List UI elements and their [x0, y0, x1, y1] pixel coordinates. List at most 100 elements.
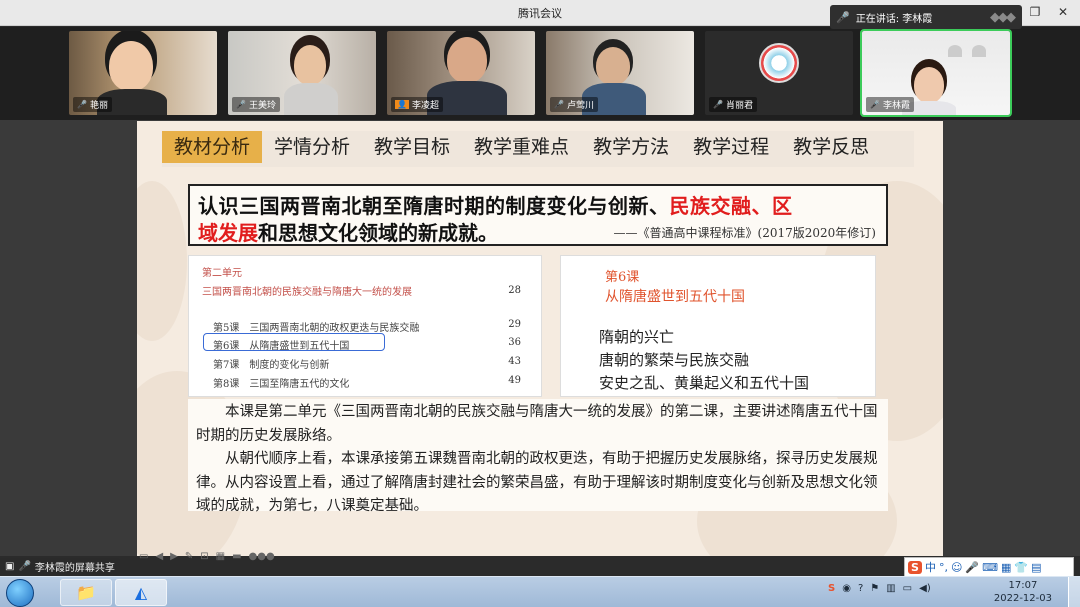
pen-icon[interactable]: ✎	[185, 551, 193, 562]
participant-tile-active[interactable]: 🎤 李林霞	[860, 29, 1012, 117]
textbook-toc: 第二单元 三国两晋南北朝的民族交融与隋唐大一统的发展 28 第5课 三国两晋南北…	[188, 255, 542, 397]
mic-icon: 🎤	[836, 10, 850, 24]
tab-teaching-goals[interactable]: 教学目标	[362, 131, 462, 163]
participant-name: 👤 李凌超	[391, 97, 443, 112]
more-icon[interactable]: ◆◆◆	[990, 10, 1016, 25]
zoom-icon[interactable]: ⊡	[200, 551, 208, 562]
screen-icon: ▣	[5, 561, 15, 572]
emoji-icon[interactable]: ☺	[951, 561, 962, 574]
tools-icon[interactable]: ▦	[1001, 561, 1011, 574]
lesson-item: 唐朝的繁荣与民族交融	[599, 351, 750, 369]
clock-date: 2022-12-03	[993, 593, 1052, 604]
participant-tile[interactable]: 🎤 肖丽君	[705, 31, 853, 115]
toc-page: 29	[508, 319, 521, 330]
participant-tile[interactable]: 🎤 王美玲	[228, 31, 376, 115]
system-tray: S ◉ ? ⚑ ▥ ▭ ◀)	[828, 583, 931, 594]
description-paragraph: 从朝代顺序上看，本课承接第五课魏晋南北朝的政权更迭，有助于把握历史发展脉络，探寻…	[196, 451, 878, 514]
share-label: 李林霞的屏幕共享	[34, 563, 115, 574]
tencent-meeting-taskbar-button[interactable]: ◭	[115, 579, 167, 606]
mic-icon: 👤	[395, 100, 409, 109]
tab-key-difficulties[interactable]: 教学重难点	[462, 131, 581, 163]
help-icon[interactable]: ?	[858, 583, 863, 594]
tab-teaching-process[interactable]: 教学过程	[681, 131, 781, 163]
folder-icon: 📁	[76, 583, 96, 602]
presentation-slide: 教材分析 学情分析 教学目标 教学重难点 教学方法 教学过程 教学反思 认识三国…	[137, 121, 943, 556]
toc-page: 36	[508, 337, 521, 348]
clock-time: 17:07	[1008, 580, 1038, 591]
mic-icon: 🎤	[713, 100, 723, 109]
mic-icon: 🎤	[236, 100, 246, 109]
next-icon[interactable]: ▶	[170, 551, 178, 562]
sogou-tray-icon[interactable]: S	[828, 583, 835, 594]
mic-icon: 🎤	[554, 100, 564, 109]
participant-tile[interactable]: 🎤 艳丽	[69, 31, 217, 115]
qq-tray-icon[interactable]: ◉	[842, 583, 851, 594]
speaking-label: 正在讲话: 李林霞	[855, 13, 933, 25]
toc-row: 第5课 三国两晋南北朝的政权更迭与民族交融	[213, 323, 420, 334]
skin-icon[interactable]: 👕	[1014, 561, 1028, 574]
prev-icon[interactable]: ◀	[155, 551, 163, 562]
standard-line-2: 域发展和思想文化领域的新成就。	[198, 221, 498, 245]
ime-mode[interactable]: 中	[925, 559, 936, 575]
description-paragraph: 本课是第二单元《三国两晋南北朝的民族交融与隋唐大一统的发展》的第二课，主要讲述隋…	[196, 404, 878, 444]
toc-row: 第6课 从隋唐盛世到五代十国	[213, 341, 350, 352]
comment-icon[interactable]: ▬	[232, 551, 241, 562]
grid-icon[interactable]: ▦	[216, 551, 225, 562]
volume-icon[interactable]: ◀)	[919, 583, 931, 594]
curriculum-standard-box: 认识三国两晋南北朝至隋唐时期的制度变化与创新、民族交融、区 域发展和思想文化领域…	[188, 184, 888, 246]
lesson-item: 隋朝的兴亡	[599, 328, 675, 346]
tab-learner-analysis[interactable]: 学情分析	[262, 131, 362, 163]
toc-unit: 第二单元	[202, 268, 242, 279]
ime-toolbar: S 中 °, ☺ 🎤 ⌨ ▦ 👕 ▤	[904, 557, 1074, 577]
explorer-taskbar-button[interactable]: 📁	[60, 579, 112, 606]
meeting-icon: ◭	[134, 583, 148, 602]
toc-unit-page: 28	[508, 285, 521, 296]
show-desktop-button[interactable]	[1068, 577, 1080, 607]
punct-icon[interactable]: °,	[939, 561, 948, 574]
close-icon[interactable]: ✕	[1052, 3, 1074, 21]
screen-share-banner: ▣ 🎤 李林霞的屏幕共享	[0, 558, 120, 575]
more-icon[interactable]: ●●●	[249, 551, 275, 562]
participant-name: 🎤 艳丽	[73, 97, 112, 112]
lesson-number: 第6课	[605, 270, 640, 285]
participant-name: 🎤 肖丽君	[709, 97, 757, 112]
slide-controls: ▭ ◀ ▶ ✎ ⊡ ▦ ▬ ●●●	[137, 547, 275, 565]
mic-icon: 🎤	[18, 561, 31, 572]
lesson-title: 从隋唐盛世到五代十国	[605, 289, 745, 305]
toc-page: 49	[508, 375, 521, 386]
pointer-icon[interactable]: ▭	[139, 551, 148, 562]
toc-row: 第7课 制度的变化与创新	[213, 360, 330, 371]
mic-icon: 🎤	[870, 100, 880, 109]
lesson-item: 安史之乱、黄巢起义和五代十国	[599, 374, 810, 392]
participant-name: 🎤 王美玲	[232, 97, 280, 112]
avatar	[759, 43, 799, 83]
participant-tile[interactable]: 👤 李凌超	[387, 31, 535, 115]
sogou-logo-icon[interactable]: S	[908, 560, 922, 574]
maximize-icon[interactable]: ❐	[1024, 3, 1046, 21]
standard-line-1: 认识三国两晋南北朝至隋唐时期的制度变化与创新、民族交融、区	[198, 194, 793, 218]
start-button[interactable]	[6, 579, 34, 607]
slide-nav-tabs: 教材分析 学情分析 教学目标 教学重难点 教学方法 教学过程 教学反思	[162, 131, 914, 167]
toc-page: 43	[508, 356, 521, 367]
tab-teaching-methods[interactable]: 教学方法	[581, 131, 681, 163]
participant-name: 🎤 卢莺川	[550, 97, 598, 112]
taskbar: 📁 ◭ S ◉ ? ⚑ ▥ ▭ ◀) 17:07 2022-12-03	[0, 576, 1080, 607]
tab-teaching-reflection[interactable]: 教学反思	[781, 131, 881, 163]
lesson-description: 本课是第二单元《三国两晋南北朝的民族交融与隋唐大一统的发展》的第二课，主要讲述隋…	[188, 399, 888, 514]
voice-icon[interactable]: 🎤	[965, 561, 979, 574]
participant-strip: 🎤 艳丽 🎤 王美玲 👤 李凌超 🎤 卢莺川 🎤 肖丽君 🎤 李林霞	[0, 27, 1080, 120]
speaking-indicator: 🎤 正在讲话: 李林霞 ◆◆◆	[830, 5, 1022, 29]
flag-icon[interactable]: ⚑	[870, 583, 879, 594]
tab-textbook-analysis[interactable]: 教材分析	[162, 131, 263, 163]
participant-name: 🎤 李林霞	[866, 97, 914, 112]
lesson-outline-box: 第6课 从隋唐盛世到五代十国 隋朝的兴亡 唐朝的繁荣与民族交融 安史之乱、黄巢起…	[560, 255, 876, 397]
network-icon[interactable]: ▥	[886, 583, 895, 594]
menu-icon[interactable]: ▤	[1031, 561, 1041, 574]
standard-source: ——《普通高中课程标准》(2017版2020年修订)	[613, 226, 876, 240]
clock[interactable]: 17:07 2022-12-03	[994, 579, 1052, 605]
toc-row: 第8课 三国至隋唐五代的文化	[213, 379, 350, 390]
participant-tile[interactable]: 🎤 卢莺川	[546, 31, 694, 115]
toc-unit-title: 三国两晋南北朝的民族交融与隋唐大一统的发展	[202, 287, 412, 298]
keyboard-icon[interactable]: ⌨	[982, 561, 998, 574]
display-icon[interactable]: ▭	[903, 583, 912, 594]
